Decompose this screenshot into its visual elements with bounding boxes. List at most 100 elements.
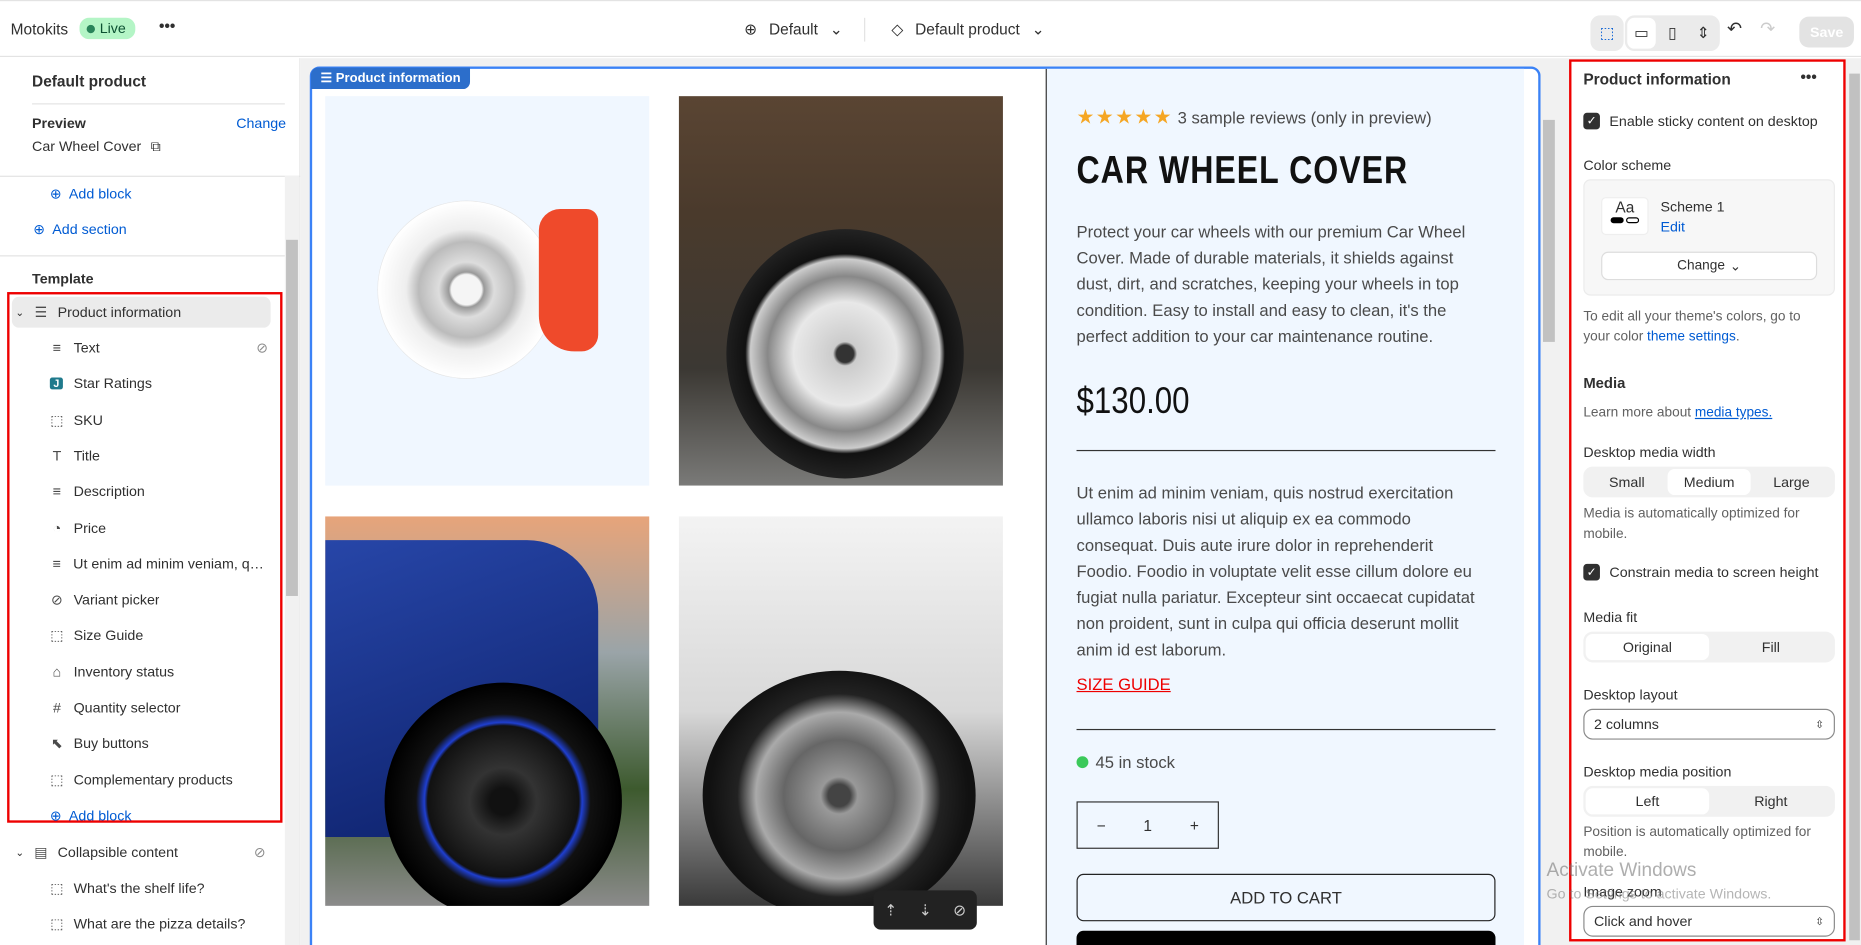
product-image-wheel-suv[interactable] bbox=[678, 96, 1003, 486]
scheme-edit-link[interactable]: Edit bbox=[1660, 218, 1685, 235]
canvas-scrollbar[interactable] bbox=[1540, 66, 1558, 945]
eye-off-icon[interactable]: ⊘ bbox=[254, 844, 266, 861]
in-stock-dot-icon bbox=[1076, 756, 1089, 769]
brake-caliper bbox=[538, 208, 599, 352]
product-image-white-car[interactable] bbox=[678, 516, 1003, 906]
redo-icon[interactable]: ↷ bbox=[1760, 18, 1775, 39]
quantity-stepper[interactable]: − 1 + bbox=[1076, 801, 1219, 849]
block-item[interactable]: ≡ Ut enim ad minim veniam, qui... bbox=[47, 548, 269, 579]
checkbox-checked-icon[interactable]: ✓ bbox=[1583, 112, 1600, 130]
checkbox-checked-icon[interactable]: ✓ bbox=[1583, 563, 1600, 581]
section-label: Product information bbox=[57, 303, 182, 321]
add-block-button[interactable]: ⊕ Add block bbox=[50, 185, 132, 202]
template-selector[interactable]: ◇ Default product ⌄ bbox=[891, 20, 1044, 39]
width-medium-option[interactable]: Medium bbox=[1667, 468, 1751, 496]
change-scheme-button[interactable]: Change ⌄ bbox=[1601, 251, 1818, 281]
block-label: Title bbox=[73, 447, 100, 465]
block-item[interactable]: T Title bbox=[47, 440, 268, 471]
block-item[interactable]: ⬚ Size Guide bbox=[47, 620, 268, 651]
save-button[interactable]: Save bbox=[1799, 16, 1854, 48]
scheme-name: Scheme 1 bbox=[1660, 198, 1725, 215]
inventory-status: 45 in stock bbox=[1076, 753, 1175, 772]
media-fit-label: Media fit bbox=[1583, 609, 1638, 626]
position-left-option[interactable]: Left bbox=[1585, 788, 1710, 815]
add-block-label: Add block bbox=[68, 185, 132, 202]
move-down-icon[interactable]: ⇣ bbox=[919, 900, 932, 919]
status-text: Live bbox=[99, 20, 126, 37]
media-types-link[interactable]: media types. bbox=[1695, 406, 1772, 420]
block-label: What are the pizza details? bbox=[73, 915, 246, 932]
scrollbar-thumb[interactable] bbox=[286, 239, 298, 596]
buy-now-button[interactable] bbox=[1076, 930, 1496, 945]
select-cursor-icon[interactable]: ⬚ bbox=[1593, 18, 1621, 49]
plus-circle-icon: ⊕ bbox=[33, 220, 46, 238]
add-block-button-2[interactable]: ⊕ Add block bbox=[50, 807, 132, 824]
plus-circle-icon: ⊕ bbox=[49, 807, 62, 824]
rating-row[interactable]: ★★★★★ 3 sample reviews (only in preview) bbox=[1077, 106, 1432, 130]
size-guide-link[interactable]: SIZE GUIDE bbox=[1077, 674, 1171, 693]
preview-product-name: Car Wheel Cover bbox=[32, 137, 142, 155]
block-item[interactable]: ⬉ Buy buttons bbox=[47, 728, 268, 759]
block-item[interactable]: ⬚ SKU bbox=[47, 404, 268, 435]
product-image-blue-car[interactable] bbox=[325, 516, 650, 906]
constrain-checkbox[interactable]: ✓ Constrain media to screen height bbox=[1583, 563, 1818, 581]
image-zoom-select[interactable]: Click and hover ⇳ bbox=[1583, 905, 1835, 937]
section-collapsible-content[interactable]: ⌄ ▤ Collapsible content ⊘ bbox=[12, 837, 266, 868]
scrollbar-thumb[interactable] bbox=[1849, 73, 1860, 941]
block-item[interactable]: J Star Ratings bbox=[47, 368, 268, 399]
settings-scrollbar[interactable] bbox=[1848, 59, 1861, 945]
scheme-swatch[interactable]: Aa bbox=[1601, 197, 1649, 236]
block-item[interactable]: ≡ Text ⊘ bbox=[47, 332, 268, 363]
divider bbox=[864, 17, 866, 42]
theme-selector[interactable]: ⊕ Default ⌄ bbox=[744, 20, 843, 39]
undo-icon[interactable]: ↶ bbox=[1727, 18, 1742, 39]
more-menu-button[interactable]: ••• bbox=[159, 17, 175, 35]
chevron-down-icon[interactable]: ⌄ bbox=[15, 846, 24, 859]
width-large-option[interactable]: Large bbox=[1750, 469, 1832, 495]
preview-change-link[interactable]: Change bbox=[236, 115, 286, 132]
add-section-button[interactable]: ⊕ Add section bbox=[33, 221, 127, 238]
add-to-cart-button[interactable]: ADD TO CART bbox=[1076, 873, 1496, 922]
inspector-toggle[interactable]: ⬚ bbox=[1590, 15, 1624, 52]
position-right-option[interactable]: Right bbox=[1709, 788, 1832, 814]
move-up-icon[interactable]: ⇡ bbox=[884, 900, 897, 919]
quantity-value[interactable]: 1 bbox=[1143, 816, 1152, 834]
eye-off-icon[interactable]: ⊘ bbox=[953, 900, 966, 919]
section-product-information[interactable]: ⌄ ☰ Product information bbox=[11, 296, 271, 328]
chevron-down-icon: ⌄ bbox=[1729, 259, 1742, 275]
block-item[interactable]: ≡ Description bbox=[47, 476, 268, 507]
layout-select[interactable]: 2 columns ⇳ bbox=[1583, 708, 1835, 740]
eye-off-icon[interactable]: ⊘ bbox=[256, 340, 268, 357]
block-item[interactable]: ⌂ Inventory status bbox=[47, 656, 268, 687]
layout-label: Desktop layout bbox=[1583, 686, 1678, 703]
block-item[interactable]: ⬚ Complementary products bbox=[47, 764, 268, 795]
width-small-option[interactable]: Small bbox=[1586, 469, 1668, 495]
block-item[interactable]: ⊘ Variant picker bbox=[47, 584, 268, 615]
desktop-icon[interactable]: ▭ bbox=[1627, 17, 1656, 49]
increase-button[interactable]: + bbox=[1190, 816, 1199, 834]
block-item[interactable]: ◔ Price bbox=[47, 512, 268, 543]
fit-original-option[interactable]: Original bbox=[1585, 633, 1710, 661]
app-icon: J bbox=[49, 377, 63, 390]
panel-more-button[interactable]: ••• bbox=[1801, 68, 1817, 86]
block-item[interactable]: ⬚ What are the pizza details? bbox=[47, 908, 301, 939]
theme-settings-link[interactable]: theme settings bbox=[1647, 330, 1736, 344]
product-title: CAR WHEEL COVER bbox=[1076, 147, 1409, 192]
fit-fill-option[interactable]: Fill bbox=[1709, 634, 1832, 660]
decrease-button[interactable]: − bbox=[1097, 816, 1106, 834]
block-item[interactable]: # Quantity selector bbox=[47, 692, 268, 723]
sidebar-scrollbar[interactable] bbox=[284, 175, 300, 945]
block-label: Inventory status bbox=[73, 663, 175, 680]
fullscreen-icon[interactable]: ⇕ bbox=[1689, 18, 1717, 49]
media-width-label: Desktop media width bbox=[1583, 444, 1716, 461]
preview-product[interactable]: Car Wheel Cover ⧉ bbox=[32, 138, 161, 156]
mobile-icon[interactable]: ▯ bbox=[1658, 18, 1686, 49]
media-fit-segmented: Original Fill bbox=[1583, 631, 1835, 663]
chevron-down-icon[interactable]: ⌄ bbox=[15, 306, 24, 319]
sticky-checkbox[interactable]: ✓ Enable sticky content on desktop bbox=[1583, 112, 1818, 130]
width-note: Media is automatically optimized for mob… bbox=[1583, 506, 1800, 542]
block-item[interactable]: ⬚ What's the shelf life? bbox=[47, 873, 301, 904]
section-tag[interactable]: ☰ Product information bbox=[310, 67, 471, 90]
product-image-brake[interactable] bbox=[325, 96, 650, 486]
scrollbar-thumb[interactable] bbox=[1542, 119, 1555, 342]
